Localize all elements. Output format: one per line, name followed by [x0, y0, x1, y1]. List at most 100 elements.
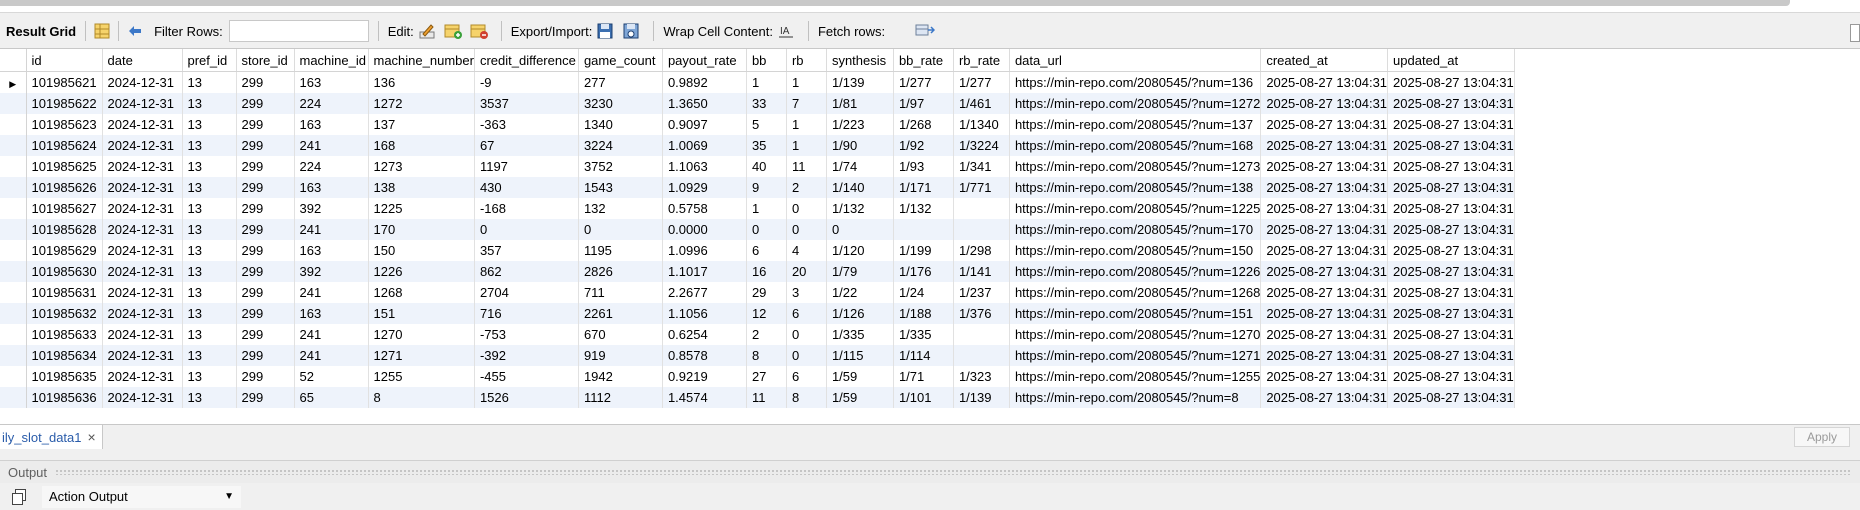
cell-machine-id[interactable]: 224 — [294, 93, 369, 114]
cell-game-count[interactable]: 1195 — [578, 240, 663, 261]
cell-date[interactable]: 2024-12-31 — [102, 71, 183, 93]
cell-id[interactable]: 101985626 — [26, 177, 103, 198]
cell-store-id[interactable]: 299 — [236, 387, 295, 408]
cell-data-url[interactable]: https://min-repo.com/2080545/?num=1270 — [1009, 324, 1262, 345]
cell-created-at[interactable]: 2025-08-27 13:04:31 — [1260, 387, 1389, 408]
cell-machine-number[interactable]: 1270 — [368, 324, 475, 345]
cell-date[interactable]: 2024-12-31 — [102, 366, 183, 387]
table-row[interactable]: 101985633 2024-12-31 13 299 241 1270 -753 670 0.… — [0, 324, 1515, 345]
cell-pref-id[interactable]: 13 — [182, 114, 237, 135]
column-header-game-count[interactable]: game_count — [578, 49, 663, 72]
cell-id[interactable]: 101985632 — [26, 303, 103, 324]
cell-date[interactable]: 2024-12-31 — [102, 177, 183, 198]
row-marker[interactable] — [0, 135, 27, 156]
cell-updated-at[interactable]: 2025-08-27 13:04:31 — [1387, 177, 1515, 198]
cell-updated-at[interactable]: 2025-08-27 13:04:31 — [1387, 219, 1515, 240]
cell-created-at[interactable]: 2025-08-27 13:04:31 — [1260, 177, 1389, 198]
cell-rb-rate[interactable]: 1/1340 — [953, 114, 1010, 135]
column-header-rb[interactable]: rb — [786, 49, 827, 72]
cell-created-at[interactable]: 2025-08-27 13:04:31 — [1260, 345, 1389, 366]
cell-store-id[interactable]: 299 — [236, 93, 295, 114]
cell-credit-difference[interactable]: 430 — [474, 177, 579, 198]
cell-synthesis[interactable]: 1/74 — [826, 156, 894, 177]
cell-data-url[interactable]: https://min-repo.com/2080545/?num=170 — [1009, 219, 1262, 240]
cell-rb[interactable]: 4 — [786, 240, 827, 261]
cell-synthesis[interactable]: 1/139 — [826, 71, 894, 93]
row-marker[interactable] — [0, 366, 27, 387]
cell-payout-rate[interactable]: 0.9097 — [662, 114, 747, 135]
cell-game-count[interactable]: 711 — [578, 282, 663, 303]
cell-machine-number[interactable]: 151 — [368, 303, 475, 324]
cell-credit-difference[interactable]: 862 — [474, 261, 579, 282]
cell-store-id[interactable]: 299 — [236, 282, 295, 303]
cell-pref-id[interactable]: 13 — [182, 135, 237, 156]
cell-updated-at[interactable]: 2025-08-27 13:04:31 — [1387, 156, 1515, 177]
cell-id[interactable]: 101985622 — [26, 93, 103, 114]
cell-rb-rate[interactable]: 1/771 — [953, 177, 1010, 198]
cell-machine-id[interactable]: 163 — [294, 303, 369, 324]
cell-game-count[interactable]: 2826 — [578, 261, 663, 282]
cell-payout-rate[interactable]: 0.9892 — [662, 71, 747, 93]
cell-pref-id[interactable]: 13 — [182, 240, 237, 261]
cell-payout-rate[interactable]: 0.6254 — [662, 324, 747, 345]
column-header-id[interactable]: id — [26, 49, 103, 72]
column-header-bb[interactable]: bb — [746, 49, 787, 72]
delete-row-icon[interactable] — [469, 21, 489, 41]
cell-bb-rate[interactable]: 1/171 — [893, 177, 954, 198]
cell-bb-rate[interactable]: 1/71 — [893, 366, 954, 387]
cell-rb-rate[interactable]: 1/3224 — [953, 135, 1010, 156]
result-tab[interactable]: ily_slot_data1 × — [0, 425, 103, 449]
row-marker[interactable] — [0, 282, 27, 303]
cell-pref-id[interactable]: 13 — [182, 261, 237, 282]
cell-created-at[interactable]: 2025-08-27 13:04:31 — [1260, 282, 1389, 303]
edit-pencil-icon[interactable] — [417, 21, 437, 41]
cell-synthesis[interactable]: 1/132 — [826, 198, 894, 219]
row-marker[interactable] — [0, 156, 27, 177]
cell-created-at[interactable]: 2025-08-27 13:04:31 — [1260, 198, 1389, 219]
cell-rb[interactable]: 8 — [786, 387, 827, 408]
cell-updated-at[interactable]: 2025-08-27 13:04:31 — [1387, 93, 1515, 114]
cell-bb-rate[interactable]: 1/132 — [893, 198, 954, 219]
cell-machine-id[interactable]: 65 — [294, 387, 369, 408]
cell-created-at[interactable]: 2025-08-27 13:04:31 — [1260, 240, 1389, 261]
cell-credit-difference[interactable]: -168 — [474, 198, 579, 219]
cell-created-at[interactable]: 2025-08-27 13:04:31 — [1260, 366, 1389, 387]
cell-machine-id[interactable]: 241 — [294, 219, 369, 240]
cell-id[interactable]: 101985623 — [26, 114, 103, 135]
row-marker[interactable] — [0, 324, 27, 345]
cell-date[interactable]: 2024-12-31 — [102, 219, 183, 240]
cell-bb[interactable]: 33 — [746, 93, 787, 114]
cell-date[interactable]: 2024-12-31 — [102, 198, 183, 219]
cell-updated-at[interactable]: 2025-08-27 13:04:31 — [1387, 261, 1515, 282]
cell-created-at[interactable]: 2025-08-27 13:04:31 — [1260, 261, 1389, 282]
table-row[interactable]: 101985627 2024-12-31 13 299 392 1225 -168 132 0.… — [0, 198, 1515, 219]
cell-credit-difference[interactable]: -753 — [474, 324, 579, 345]
cell-rb-rate[interactable]: 1/139 — [953, 387, 1010, 408]
grid-icon[interactable] — [92, 21, 112, 41]
close-icon[interactable]: × — [88, 429, 96, 445]
top-scrollbar-thumb[interactable] — [0, 0, 1790, 6]
row-marker[interactable] — [0, 219, 27, 240]
column-header-created-at[interactable]: created_at — [1260, 49, 1389, 72]
column-header-updated-at[interactable]: updated_at — [1387, 49, 1515, 72]
cell-updated-at[interactable]: 2025-08-27 13:04:31 — [1387, 114, 1515, 135]
cell-store-id[interactable]: 299 — [236, 198, 295, 219]
cell-data-url[interactable]: https://min-repo.com/2080545/?num=138 — [1009, 177, 1262, 198]
cell-id[interactable]: 101985631 — [26, 282, 103, 303]
column-header-data-url[interactable]: data_url — [1009, 49, 1262, 72]
cell-machine-number[interactable]: 138 — [368, 177, 475, 198]
cell-date[interactable]: 2024-12-31 — [102, 345, 183, 366]
cell-machine-id[interactable]: 392 — [294, 198, 369, 219]
cell-pref-id[interactable]: 13 — [182, 303, 237, 324]
add-row-icon[interactable] — [443, 21, 463, 41]
cell-bb-rate[interactable]: 1/24 — [893, 282, 954, 303]
cell-payout-rate[interactable]: 1.1063 — [662, 156, 747, 177]
cell-payout-rate[interactable]: 1.0996 — [662, 240, 747, 261]
table-row[interactable]: 101985631 2024-12-31 13 299 241 1268 2704 711 2.… — [0, 282, 1515, 303]
cell-game-count[interactable]: 2261 — [578, 303, 663, 324]
cell-data-url[interactable]: https://min-repo.com/2080545/?num=150 — [1009, 240, 1262, 261]
cell-rb-rate[interactable]: 1/237 — [953, 282, 1010, 303]
cell-pref-id[interactable]: 13 — [182, 71, 237, 93]
cell-game-count[interactable]: 1112 — [578, 387, 663, 408]
cell-data-url[interactable]: https://min-repo.com/2080545/?num=1255 — [1009, 366, 1262, 387]
